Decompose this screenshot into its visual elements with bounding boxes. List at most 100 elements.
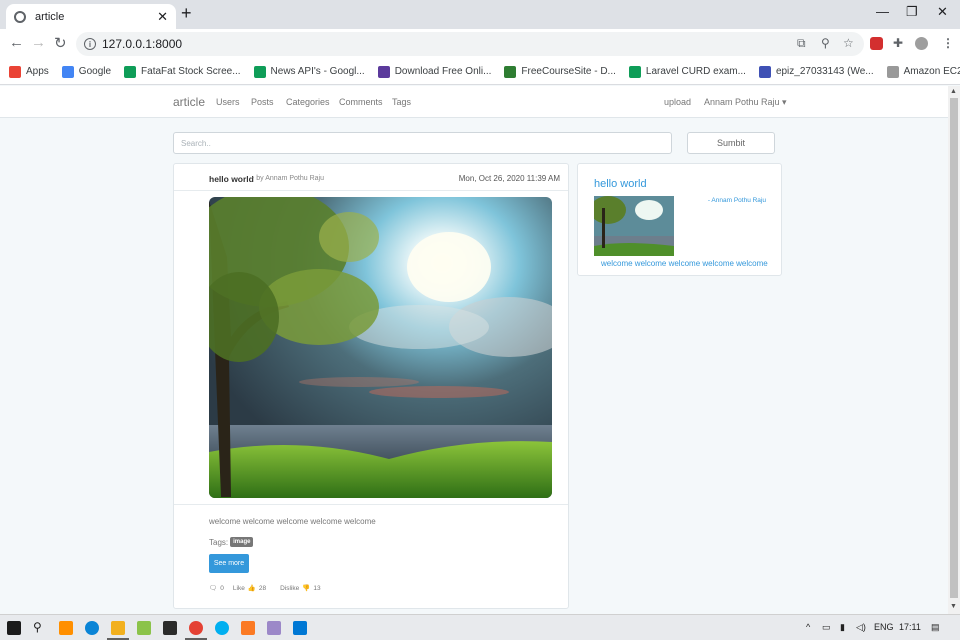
site-brand[interactable]: article bbox=[173, 95, 205, 109]
bookmark-label: News API's - Googl... bbox=[270, 66, 365, 77]
reload-icon[interactable]: ↻ bbox=[54, 34, 67, 52]
bookmark-item[interactable]: epiz_27033143 (We... bbox=[758, 65, 874, 78]
browser-tab[interactable]: article ✕ bbox=[6, 4, 176, 29]
bookmark-label: FreeCourseSite - D... bbox=[521, 66, 616, 77]
zoom-icon[interactable]: ⚲ bbox=[821, 36, 830, 50]
post-excerpt: welcome welcome welcome welcome welcome bbox=[209, 517, 376, 526]
bookmark-favicon-icon bbox=[61, 65, 74, 78]
bookmark-item[interactable]: Google bbox=[61, 65, 112, 78]
nav-link-categories[interactable]: Categories bbox=[286, 97, 330, 107]
translate-icon[interactable]: ⧉ bbox=[797, 36, 806, 51]
minimize-icon[interactable]: — bbox=[876, 4, 889, 19]
nav-link-users[interactable]: Users bbox=[216, 97, 240, 107]
post-tags: Tags: image bbox=[209, 537, 254, 547]
file-explorer-icon[interactable] bbox=[111, 621, 125, 635]
scroll-up-icon[interactable]: ▲ bbox=[950, 88, 957, 95]
comment-icon[interactable]: 🗨 bbox=[209, 584, 217, 592]
see-more-button[interactable]: See more bbox=[209, 554, 249, 573]
edge-icon[interactable] bbox=[85, 621, 99, 635]
sidebar-post-title[interactable]: hello world bbox=[594, 178, 647, 190]
bookmark-label: FataFat Stock Scree... bbox=[141, 66, 241, 77]
bookmark-item[interactable]: Laravel CURD exam... bbox=[628, 65, 746, 78]
bookmark-favicon-icon bbox=[253, 65, 266, 78]
thumbs-up-icon[interactable]: 👍 bbox=[248, 584, 256, 592]
submit-button[interactable]: Sumbit bbox=[687, 132, 775, 154]
window-close-icon[interactable]: ✕ bbox=[937, 4, 948, 20]
post-image bbox=[209, 197, 552, 498]
bookmark-favicon-icon bbox=[628, 65, 641, 78]
dislike-count: 13 bbox=[313, 584, 321, 592]
bookmark-label: Laravel CURD exam... bbox=[645, 66, 746, 77]
search-input[interactable]: Search.. bbox=[173, 132, 672, 154]
search-icon[interactable]: ⚲ bbox=[33, 620, 42, 634]
post-divider bbox=[174, 504, 568, 505]
volume-icon[interactable]: ◁) bbox=[856, 622, 866, 633]
bookmark-label: Google bbox=[78, 66, 112, 77]
bookmark-star-icon[interactable]: ☆ bbox=[843, 36, 854, 50]
network-icon[interactable]: ▭ bbox=[822, 622, 831, 633]
bookmark-item[interactable]: Download Free Onli... bbox=[377, 65, 491, 78]
scroll-down-icon[interactable]: ▼ bbox=[950, 603, 957, 610]
info-icon[interactable]: i bbox=[84, 38, 96, 50]
sidebar-post-author: - Annam Pothu Raju bbox=[707, 197, 766, 204]
page-viewport: article Users Posts Categories Comments … bbox=[0, 86, 948, 614]
bookmark-item[interactable]: FreeCourseSite - D... bbox=[504, 65, 616, 78]
bookmark-item[interactable]: Amazon EC2 Setup... bbox=[886, 65, 960, 78]
bookmark-item[interactable]: FataFat Stock Scree... bbox=[124, 65, 241, 78]
app-icon[interactable] bbox=[267, 621, 281, 635]
like-count: 28 bbox=[258, 584, 267, 592]
sidebar-post-excerpt: welcome welcome welcome welcome welcome bbox=[601, 259, 768, 268]
address-bar[interactable]: i 127.0.0.1:8000 bbox=[76, 32, 864, 56]
os-taskbar: ⚲ ^ ▭ ▮ ◁) ENG 17:11 ▤ bbox=[0, 614, 960, 640]
scrollbar-thumb[interactable] bbox=[950, 98, 958, 598]
nav-link-tags[interactable]: Tags bbox=[392, 97, 411, 107]
bookmark-item[interactable]: News API's - Googl... bbox=[253, 65, 365, 78]
bookmark-favicon-icon bbox=[124, 65, 137, 78]
page-scrollbar[interactable]: ▲ ▼ bbox=[948, 86, 960, 614]
tags-label: Tags: bbox=[209, 537, 229, 547]
bookmark-item[interactable]: Apps bbox=[9, 65, 49, 78]
taskbar-app-icon[interactable] bbox=[59, 621, 73, 635]
bookmark-label: Amazon EC2 Setup... bbox=[903, 66, 960, 77]
post-title[interactable]: hello world bbox=[209, 174, 254, 184]
forward-icon[interactable]: → bbox=[31, 34, 46, 51]
restore-icon[interactable]: ❐ bbox=[906, 4, 918, 20]
user-menu-dropdown[interactable]: Annam Pothu Raju ▾ bbox=[704, 97, 787, 108]
skype-icon[interactable] bbox=[215, 621, 229, 635]
post-byline: - by Annam Pothu Raju bbox=[252, 175, 324, 182]
tray-chevron-icon[interactable]: ^ bbox=[806, 622, 810, 632]
notification-icon[interactable]: ▤ bbox=[931, 622, 940, 633]
chrome-icon[interactable] bbox=[189, 621, 203, 635]
globe-icon bbox=[14, 10, 26, 23]
menu-dots-icon[interactable]: ⋮ bbox=[942, 36, 954, 50]
tab-title: article bbox=[35, 10, 65, 23]
sidebar-post-card[interactable]: hello world - Annam Pothu Raju welcome w… bbox=[577, 163, 782, 276]
post-header: hello world - by Annam Pothu Raju Mon, O… bbox=[174, 164, 568, 191]
bookmark-label: epiz_27033143 (We... bbox=[775, 66, 874, 77]
vscode-icon[interactable] bbox=[293, 621, 307, 635]
url-text: 127.0.0.1:8000 bbox=[102, 37, 183, 51]
like-label: Like bbox=[232, 584, 245, 592]
sidebar-post-thumbnail bbox=[594, 196, 674, 256]
sublime-icon[interactable] bbox=[163, 621, 177, 635]
xampp-icon[interactable] bbox=[241, 621, 255, 635]
tag-badge[interactable]: image bbox=[230, 537, 254, 547]
browser-toolbar: ← → ↻ i 127.0.0.1:8000 ⧉ ⚲ ☆ ✚ ⋮ bbox=[0, 29, 960, 59]
close-tab-icon[interactable]: ✕ bbox=[157, 9, 168, 25]
clock[interactable]: 17:11 bbox=[899, 622, 921, 632]
new-tab-button[interactable]: + bbox=[181, 3, 192, 24]
nav-link-upload[interactable]: upload bbox=[664, 97, 691, 107]
notepad-icon[interactable] bbox=[137, 621, 151, 635]
thumbs-down-icon[interactable]: 👎 bbox=[302, 584, 310, 592]
dislike-label: Dislike bbox=[280, 584, 300, 592]
windows-start-icon[interactable] bbox=[7, 621, 21, 635]
back-icon[interactable]: ← bbox=[9, 34, 24, 51]
post-card: hello world - by Annam Pothu Raju Mon, O… bbox=[173, 163, 569, 609]
extensions-puzzle-icon[interactable]: ✚ bbox=[893, 36, 903, 50]
profile-avatar-icon[interactable] bbox=[915, 37, 928, 50]
nav-link-comments[interactable]: Comments bbox=[339, 97, 383, 107]
language-indicator[interactable]: ENG bbox=[874, 622, 894, 632]
nav-link-posts[interactable]: Posts bbox=[251, 97, 274, 107]
battery-icon[interactable]: ▮ bbox=[840, 622, 845, 633]
extension-icon[interactable] bbox=[870, 37, 883, 50]
